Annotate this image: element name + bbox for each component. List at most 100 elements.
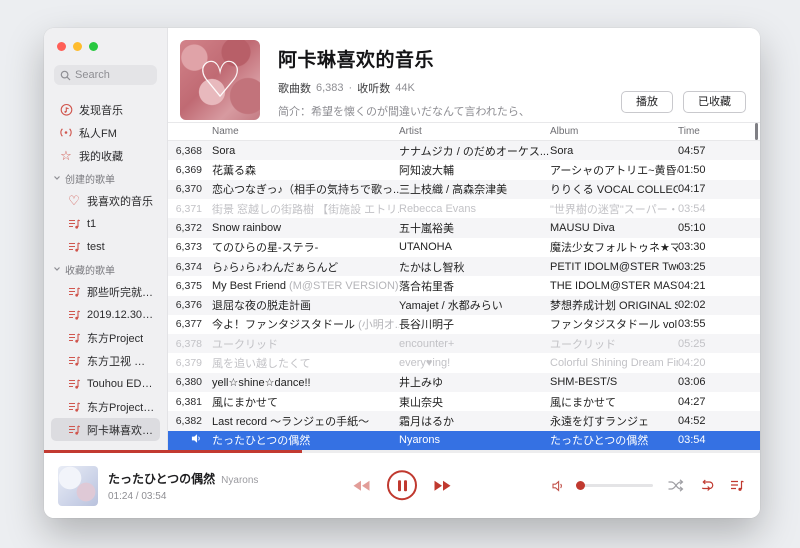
table-row[interactable]: 6,370 恋心つなぎっ♪（相手の気持ちで歌っ... 三上枝織 / 高森奈津美 [168,180,760,199]
table-row[interactable]: 6,381 風にまかせて 東山奈央 風にまかせて [168,392,760,411]
search-icon [60,70,71,81]
playlist-stats: 歌曲数 6,383 · 收听数 44K [278,80,530,96]
now-playing-title: たったひとつの偶然 [108,470,215,487]
shuffle-icon[interactable] [668,479,684,492]
chevron-down-icon [53,265,61,273]
sidebar-item-playlist[interactable]: 2019.12.30 c97... [51,303,160,326]
column-header-artist[interactable]: Artist [399,126,550,137]
close-button[interactable] [57,42,66,51]
sidebar-item-liked-music[interactable]: ♡ 我喜欢的音乐 [51,189,160,212]
song-album: THE IDOLM@STER MASTER... [550,280,678,292]
track-number: 6,377 [176,318,202,330]
song-album: MAUSU Diva [550,222,678,234]
table-row[interactable]: 6,374 ら♪ら♪ら♪わんだぁらんど たかはし智秋 PE [168,257,760,276]
stats-separator: · [349,82,353,94]
table-row[interactable]: 6,373 てのひらの星-ステラ- UTANOHA 魔法少 [168,238,760,257]
heart-cover-icon: ♡ [180,40,260,120]
sidebar-item-playlist[interactable]: 阿卡琳喜欢的音乐 [51,418,160,441]
playlist-icon [67,332,81,344]
sidebar-item-label: Touhou EDM | ... [87,378,156,390]
table-row[interactable]: 6,368 Sora ナナムジカ / のだめオーケス... [168,141,760,160]
search-input[interactable]: Search [54,65,157,85]
track-number: 6,376 [176,299,202,311]
table-row[interactable]: 6,379 風を追い越したくて every♥ing! Co [168,353,760,372]
song-time: 04:21 [678,280,760,292]
table-row[interactable]: たったひとつの偶然 Nyarons たったひとつの偶然 03:54 [168,431,760,450]
heart-icon: ♡ [67,194,81,207]
song-album: アーシャのアトリエ~黄昏の... [550,162,678,178]
sidebar-item-my-collection[interactable]: ☆ 我的收藏 [51,144,160,167]
table-row[interactable]: 6,376 退屈な夜の脱走計画 Yamajet / 水都みらい [168,296,760,315]
playlist-title: 阿卡琳喜欢的音乐 [278,45,530,72]
sidebar-item-playlist[interactable]: test [51,235,160,258]
sidebar-item-personal-fm[interactable]: 私人FM [51,121,160,144]
song-name: 風にまかせて [212,394,399,410]
song-album: 魔法少女フォルトゥネ★マギカ [550,239,678,255]
song-name: ら♪ら♪ら♪わんだぁらんど [212,259,399,275]
table-row[interactable]: 6,369 花薫る森 阿知波大輔 アーシャのアトリエ~黄昏 [168,160,760,179]
volume-slider[interactable] [581,484,653,487]
desktop-background: Search 发现音乐 [0,0,800,548]
table-row[interactable]: 6,382 Last record ～ランジェの手紙～ 霜月はるか [168,411,760,430]
sidebar-section-created[interactable]: 创建的歌单 [51,167,160,189]
song-artist: 東山奈央 [399,394,550,410]
song-name: 風を追い越したくて [212,355,399,371]
playlist-icon [67,309,81,321]
sidebar-section-favorited[interactable]: 收藏的歌单 [51,258,160,280]
next-track-button[interactable] [434,480,451,491]
song-name: 花薫る森 [212,162,399,178]
volume-knob[interactable] [576,481,585,490]
track-number: 6,375 [176,280,202,292]
song-progress-bar[interactable] [44,450,760,453]
zoom-button[interactable] [89,42,98,51]
playlist-meta: 阿卡琳喜欢的音乐 歌曲数 6,383 · 收听数 44K 简介：希望を懐くのが間… [278,40,530,122]
song-album: りりくる VOCAL COLLECTIO... [550,181,678,197]
song-time: 04:52 [678,415,760,427]
table-row[interactable]: 6,372 Snow rainbow 五十嵐裕美 MAUS [168,218,760,237]
sidebar-item-discover[interactable]: 发现音乐 [51,98,160,121]
table-row[interactable]: 6,380 yell☆shine☆dance!! 井上みゆ [168,373,760,392]
sidebar-item-playlist[interactable]: 那些听完就忘不... [51,280,160,303]
scrollbar-thumb[interactable] [755,123,758,140]
sidebar-item-label: 阿卡琳喜欢的音乐 [87,422,156,438]
song-name: てのひらの星-ステラ- [212,239,399,255]
pause-button[interactable] [387,470,417,500]
song-name-suffix: (M@STER VERSION) [289,280,399,292]
playlist-icon [67,218,81,230]
player-bar: たったひとつの偶然 Nyarons 01:24 / 03:54 [44,450,760,518]
volume-icon[interactable] [552,480,566,492]
playlist-icon [67,424,81,436]
sidebar-item-playlist[interactable]: 东方Project [... [51,395,160,418]
sidebar-item-playlist[interactable]: 东方Project [51,326,160,349]
sidebar-item-playlist[interactable]: t1 [51,212,160,235]
song-album: 梦想养成计划 ORIGINAL SOU... [550,297,678,313]
sidebar-item-playlist[interactable]: 东方卫视 我们... [51,349,160,372]
sidebar-item-label: 2019.12.30 c97... [87,309,156,321]
table-row[interactable]: 6,378 ユークリッド encounter+ ユークリッ [168,334,760,353]
column-header-album[interactable]: Album [550,126,678,137]
play-queue-icon[interactable] [730,479,744,492]
song-name: yell☆shine☆dance!! [212,376,399,389]
minimize-button[interactable] [73,42,82,51]
table-row[interactable]: 6,375 My Best Friend (M@STER VERSION) 落合… [168,276,760,295]
column-header-time[interactable]: Time [678,126,760,137]
previous-track-button[interactable] [353,480,370,491]
song-name-suffix: (小明オ... [358,319,399,331]
play-button[interactable]: 播放 [621,91,673,113]
discover-music-icon [59,103,73,116]
favorited-button[interactable]: 已收藏 [683,91,746,113]
table-row[interactable]: 6,371 街景 窓越しの街路樹 【街施設 エトリ... Rebecca Eva… [168,199,760,218]
song-name: Sora [212,145,399,157]
table-row[interactable]: 6,377 今よ！ファンタジスタドール (小明オ... 長谷川明子 [168,315,760,334]
song-name: たったひとつの偶然 [212,432,399,448]
repeat-icon[interactable] [699,479,715,492]
sidebar-item-playlist[interactable]: Touhou EDM | ... [51,372,160,395]
song-time: 04:57 [678,145,760,157]
main-content: ♡ 阿卡琳喜欢的音乐 歌曲数 6,383 · 收听数 44K 简介：希望を懐くの… [168,28,760,450]
song-artist: 井上みゆ [399,374,550,390]
song-name: 退屈な夜の脱走計画 [212,297,399,313]
track-number: 6,381 [176,396,202,408]
song-artist: 五十嵐裕美 [399,220,550,236]
fm-broadcast-icon [59,127,73,138]
column-header-name[interactable]: Name [212,126,399,137]
